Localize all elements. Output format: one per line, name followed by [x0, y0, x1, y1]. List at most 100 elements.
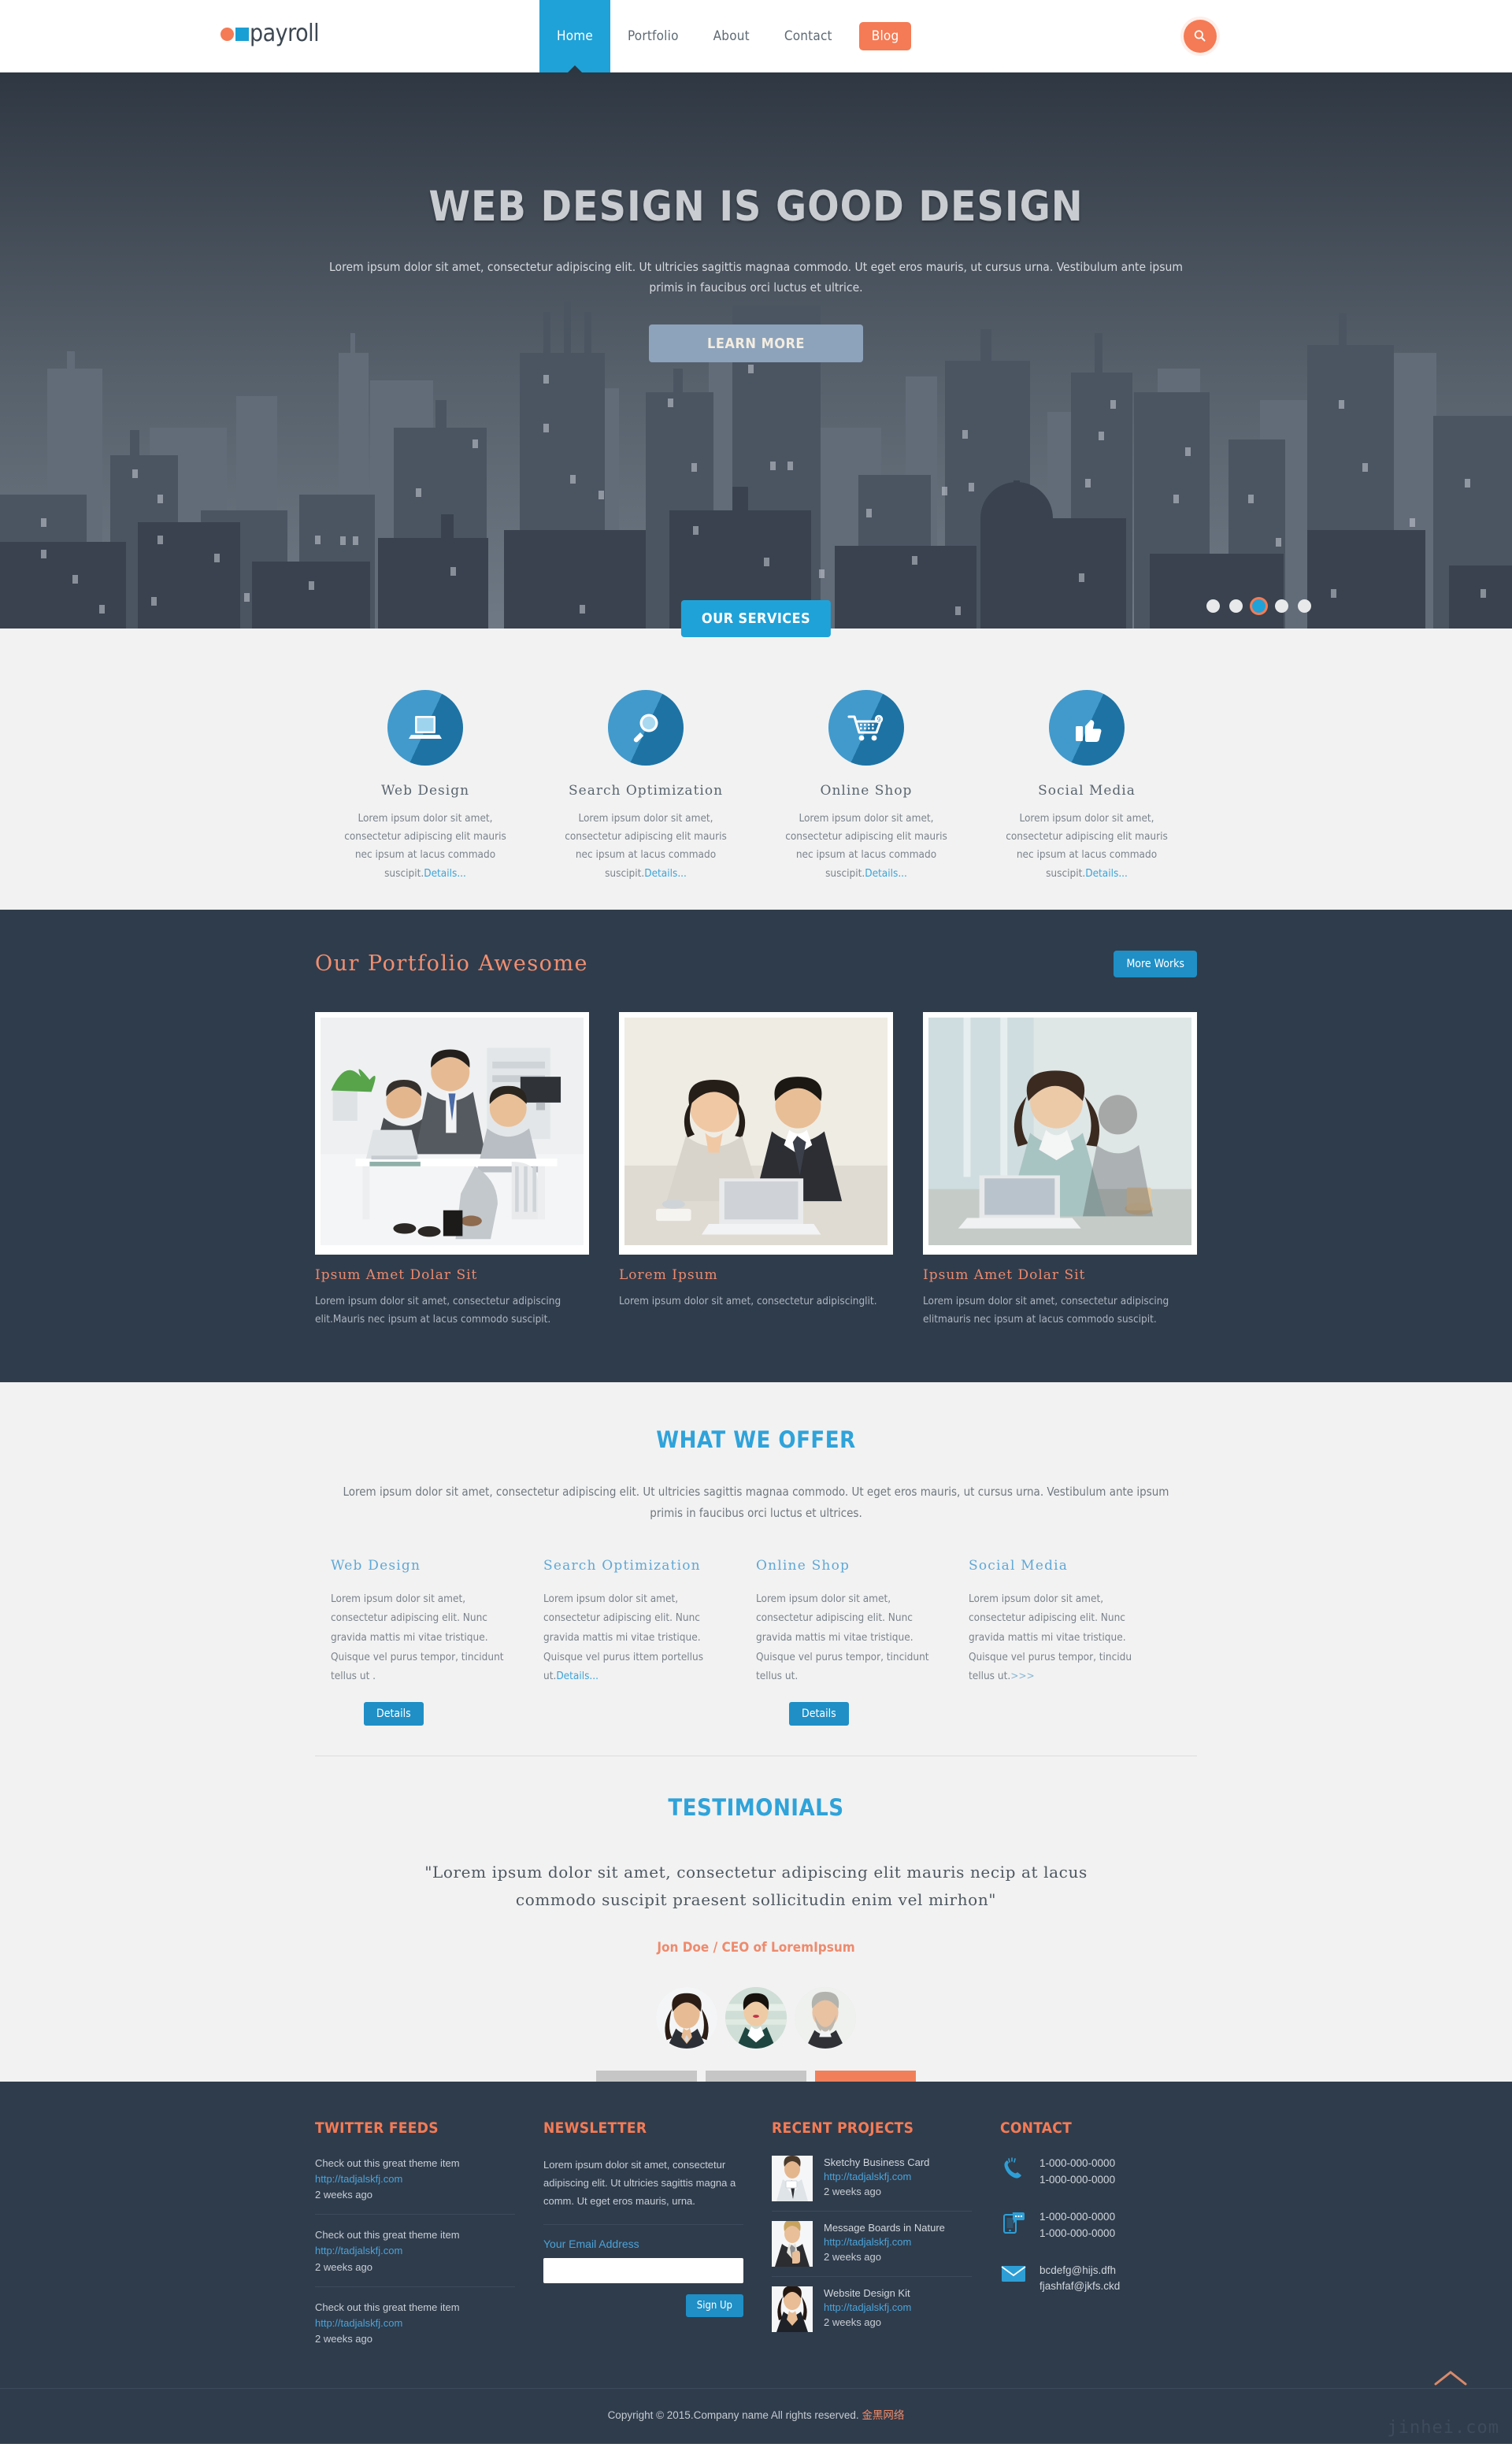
service-details-link[interactable]: Details...: [865, 867, 907, 880]
offer-column-title: Search Optimization: [543, 1557, 701, 1574]
nav-item-contact[interactable]: Contact: [767, 0, 850, 72]
scroll-to-top-button[interactable]: [1433, 2369, 1468, 2390]
mobile-message-icon: [1000, 2209, 1027, 2234]
newsletter-email-input[interactable]: [543, 2258, 743, 2284]
service-title: Social Media: [1038, 783, 1136, 799]
portfolio-item[interactable]: Lorem Ipsum Lorem ipsum dolor sit amet, …: [619, 1011, 893, 1329]
portfolio-item-text: Lorem ipsum dolor sit amet, consectetur …: [315, 1294, 561, 1326]
testimonial-quote: "Lorem ipsum dolor sit amet, consectetur…: [424, 1862, 1088, 1910]
avatar-man-beard[interactable]: [795, 1986, 856, 2049]
twitter-feed-item: Check out this great theme item http://t…: [315, 2214, 515, 2286]
footer-twitter-column: TWITTER FEEDS Check out this great theme…: [315, 2119, 543, 2358]
footer-newsletter-column: NEWSLETTER Lorem ipsum dolor sit amet, c…: [543, 2119, 772, 2358]
offer-column-text: Lorem ipsum dolor sit amet, consectetur …: [543, 1592, 704, 1683]
tweet-link[interactable]: http://tadjalskfj.com: [315, 2243, 515, 2259]
svg-text:9: 9: [877, 716, 881, 723]
woman-working-laptop-photo: [928, 1017, 1191, 1245]
tweet-time: 2 weeks ago: [315, 2260, 372, 2273]
logo[interactable]: payroll: [220, 22, 320, 46]
avatar-woman-dark-hair[interactable]: [656, 1986, 717, 2049]
portfolio-thumbnail[interactable]: [315, 1011, 589, 1255]
nav-label-home: Home: [557, 28, 593, 44]
learn-more-button[interactable]: LEARN MORE: [649, 324, 863, 363]
thumbs-up-icon: [1049, 690, 1125, 766]
project-name: Sketchy Business Card: [824, 2156, 930, 2168]
portfolio-thumbnail[interactable]: [619, 1011, 893, 1255]
nav-label-blog: Blog: [858, 22, 912, 50]
services-section: OUR SERVICES Web Design Lorem ipsum dolo…: [0, 600, 1512, 910]
search-icon: [1194, 30, 1206, 42]
avatar-bar-2[interactable]: [706, 2070, 806, 2082]
project-link[interactable]: http://tadjalskfj.com: [824, 2301, 911, 2315]
avatar-woman-short-hair[interactable]: [725, 1986, 787, 2049]
recent-projects-title: RECENT PROJECTS: [772, 2119, 914, 2137]
project-name: Message Boards in Nature: [824, 2221, 945, 2234]
tweet-text: Check out this great theme item: [315, 2156, 460, 2169]
woman-smiling-photo[interactable]: [772, 2286, 813, 2332]
newsletter-text: Lorem ipsum dolor sit amet, consectetur …: [543, 2158, 736, 2208]
site-header: payroll Home Portfolio About Contact Blo…: [0, 0, 1512, 72]
slider-dot-2[interactable]: [1229, 599, 1243, 613]
tweet-link[interactable]: http://tadjalskfj.com: [315, 2171, 515, 2187]
portfolio-thumbnail[interactable]: [923, 1011, 1197, 1255]
search-button[interactable]: [1184, 20, 1217, 53]
project-time: 2 weeks ago: [824, 2185, 881, 2197]
nav-item-about[interactable]: About: [696, 0, 767, 72]
slider-dot-4[interactable]: [1275, 599, 1288, 613]
chevron-up-icon: [1434, 2371, 1467, 2386]
offer-details-link[interactable]: Details...: [556, 1670, 598, 1682]
copyright-text: Copyright © 2015.Company name All rights…: [607, 2409, 859, 2422]
nav-label-contact: Contact: [784, 28, 832, 44]
testimonial-author: Jon Doe / CEO of LoremIpsum: [657, 1939, 855, 1956]
contact-mobile-1: 1-000-000-0000: [1040, 2210, 1116, 2223]
project-link[interactable]: http://tadjalskfj.com: [824, 2235, 945, 2249]
offer-title: WHAT WE OFFER: [656, 1426, 856, 1454]
slider-dot-3[interactable]: [1252, 599, 1266, 613]
avatar-bar-1[interactable]: [596, 2070, 697, 2082]
offer-column-web-design: Web Design Lorem ipsum dolor sit amet, c…: [331, 1558, 543, 1726]
tweet-link[interactable]: http://tadjalskfj.com: [315, 2316, 515, 2331]
hero-paragraph: Lorem ipsum dolor sit amet, consectetur …: [329, 260, 1183, 295]
tweet-time: 2 weeks ago: [315, 2189, 372, 2201]
man-holding-card-photo[interactable]: [772, 2155, 813, 2201]
project-link[interactable]: http://tadjalskfj.com: [824, 2170, 929, 2184]
service-card-web-design: Web Design Lorem ipsum dolor sit amet, c…: [315, 690, 536, 883]
twitter-feed-item: Check out this great theme item http://t…: [315, 2286, 515, 2358]
service-card-online-shop: 9 Online Shop Lorem ipsum dolor sit amet…: [756, 690, 976, 883]
portfolio-section: Our Portfolio Awesome More Works Ipsum A…: [0, 909, 1512, 1383]
signup-button[interactable]: Sign Up: [685, 2294, 743, 2318]
portfolio-item[interactable]: Ipsum Amet Dolar Sit Lorem ipsum dolor s…: [923, 1011, 1197, 1329]
portfolio-item[interactable]: Ipsum Amet Dolar Sit Lorem ipsum dolor s…: [315, 1011, 589, 1329]
avatar-bar-3[interactable]: [815, 2070, 916, 2082]
service-details-link[interactable]: Details...: [1085, 867, 1128, 880]
slider-dot-1[interactable]: [1206, 599, 1220, 613]
offer-column-title: Online Shop: [756, 1557, 850, 1574]
offer-column-title: Web Design: [331, 1557, 421, 1574]
service-title: Search Optimization: [568, 783, 724, 799]
man-thumbs-up-photo[interactable]: [772, 2220, 813, 2267]
details-button[interactable]: Details: [789, 1701, 849, 1726]
newsletter-divider: [543, 2224, 743, 2226]
laptop-icon: [387, 690, 463, 766]
portfolio-item-title: Ipsum Amet Dolar Sit: [315, 1266, 478, 1283]
nav-item-blog[interactable]: Blog: [858, 22, 912, 50]
nav-item-portfolio[interactable]: Portfolio: [610, 0, 696, 72]
service-title: Online Shop: [820, 783, 913, 799]
project-time: 2 weeks ago: [824, 2250, 881, 2263]
nav-label-portfolio: Portfolio: [627, 28, 679, 44]
slider-dot-5[interactable]: [1298, 599, 1311, 613]
service-title: Web Design: [380, 783, 470, 799]
twitter-feed-item: Check out this great theme item http://t…: [315, 2156, 515, 2214]
nav-item-home[interactable]: Home: [539, 0, 610, 72]
testimonial-avatars: [0, 1986, 1512, 2049]
service-details-link[interactable]: Details...: [424, 867, 466, 880]
contact-row-mobile: 1-000-000-0000 1-000-000-0000: [1000, 2209, 1169, 2242]
more-works-button[interactable]: More Works: [1114, 950, 1197, 977]
contact-phone-2: 1-000-000-0000: [1040, 2173, 1116, 2186]
recent-project-item: Sketchy Business Card http://tadjalskfj.…: [772, 2155, 972, 2211]
offer-more-arrows[interactable]: >>>: [1010, 1670, 1035, 1682]
service-details-link[interactable]: Details...: [644, 867, 687, 880]
contact-row-email: bcdefg@hijs.dfh fjashfaf@jkfs.ckd: [1000, 2263, 1169, 2296]
details-button[interactable]: Details: [364, 1701, 424, 1726]
testimonials-title: TESTIMONIALS: [668, 1793, 844, 1821]
